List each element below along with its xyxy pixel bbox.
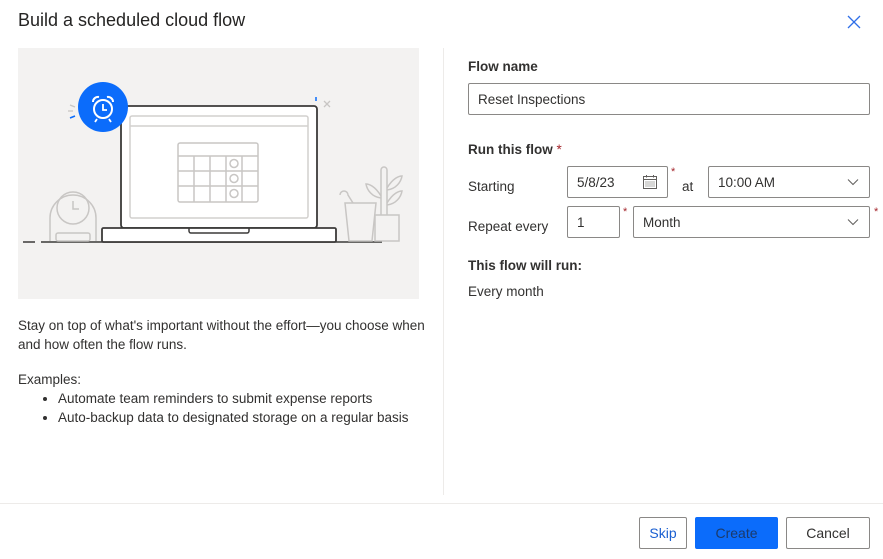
example-item: Auto-backup data to designated storage o… <box>58 408 428 427</box>
starting-label: Starting <box>468 179 515 194</box>
description: Stay on top of what's important without … <box>18 316 428 354</box>
illustration-art <box>23 82 403 243</box>
footer-divider <box>0 503 883 504</box>
interval-input[interactable]: 1 <box>567 206 620 238</box>
start-time-dropdown[interactable]: 10:00 AM <box>708 166 870 198</box>
cup-icon <box>339 190 377 242</box>
flow-name-value: Reset Inspections <box>478 91 586 107</box>
examples: Examples: Automate team reminders to sub… <box>18 370 428 427</box>
sparkle-grey <box>323 100 331 108</box>
alarm-clock-icon <box>68 82 128 132</box>
summary-label: This flow will run: <box>468 258 582 273</box>
run-this-flow-label: Run this flow * <box>468 142 562 157</box>
close-icon <box>847 15 861 29</box>
close-button[interactable] <box>844 12 864 32</box>
skip-button[interactable]: Skip <box>639 517 687 549</box>
interval-value: 1 <box>577 214 585 230</box>
interval-required-marker: * <box>623 206 628 218</box>
example-item: Automate team reminders to submit expens… <box>58 389 428 408</box>
frequency-value: Month <box>643 214 681 230</box>
start-date-required-marker: * <box>671 166 676 178</box>
flow-name-label: Flow name <box>468 59 538 74</box>
laptop-icon <box>101 105 337 243</box>
summary-value: Every month <box>468 284 544 299</box>
start-date-value: 5/8/23 <box>577 174 615 190</box>
calendar-icon[interactable] <box>642 174 658 190</box>
examples-list: Automate team reminders to submit expens… <box>18 389 428 427</box>
plant-icon <box>365 166 403 242</box>
frequency-required-marker: * <box>874 206 879 218</box>
desk-clock-icon <box>49 191 97 242</box>
run-this-flow-text: Run this flow <box>468 142 553 157</box>
repeat-every-label: Repeat every <box>468 219 549 234</box>
frequency-dropdown[interactable]: Month <box>633 206 870 238</box>
chevron-down-icon <box>847 219 859 226</box>
required-marker: * <box>556 142 562 157</box>
vertical-divider <box>443 48 444 495</box>
at-label: at <box>682 179 694 194</box>
cancel-button[interactable]: Cancel <box>786 517 870 549</box>
dialog-title: Build a scheduled cloud flow <box>18 10 246 30</box>
create-button[interactable]: Create <box>695 517 778 549</box>
examples-label: Examples: <box>18 372 82 387</box>
start-date-picker[interactable]: 5/8/23 <box>567 166 668 198</box>
chevron-down-icon <box>847 179 859 186</box>
start-time-value: 10:00 AM <box>718 174 776 190</box>
flow-name-input[interactable]: Reset Inspections <box>468 83 870 115</box>
illustration <box>18 48 419 299</box>
description-text: Stay on top of what's important without … <box>18 318 425 352</box>
